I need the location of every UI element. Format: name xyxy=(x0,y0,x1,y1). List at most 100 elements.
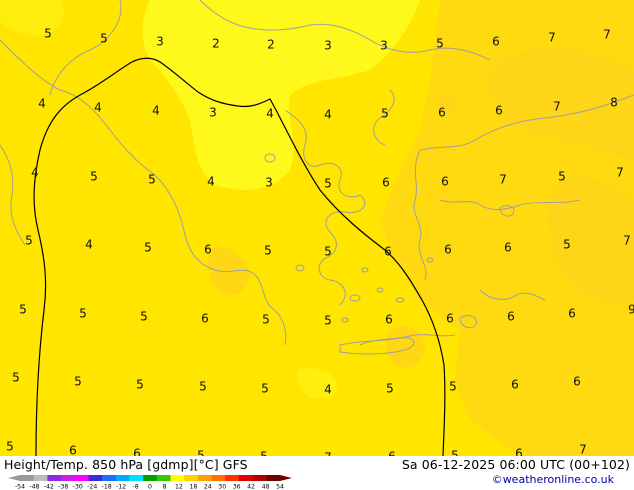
value-label: 7 xyxy=(499,173,507,187)
legend-tick-label: 0 xyxy=(148,484,152,490)
value-label: 2 xyxy=(267,38,275,52)
legend-swatch xyxy=(143,475,158,481)
value-label: 6 xyxy=(573,375,581,389)
value-label: 4 xyxy=(31,166,39,180)
legend-swatch xyxy=(88,475,103,481)
value-label: 5 xyxy=(261,382,269,396)
legend-ticks: -54 -48 -42 -38 -30 -24 -18 -12 -8 0 8 12 18 24 30 36 42… xyxy=(15,484,284,490)
value-label: 4 xyxy=(38,97,46,111)
value-label: 5 xyxy=(324,314,332,328)
value-label: 6 xyxy=(568,307,576,321)
value-label: 5 xyxy=(197,449,205,457)
value-label: 6 xyxy=(384,245,392,259)
legend-swatch xyxy=(225,475,240,481)
value-label: 9 xyxy=(628,303,634,317)
legend-swatch xyxy=(156,475,171,481)
legend-left-arrow xyxy=(8,475,20,481)
value-label: 5 xyxy=(324,245,332,259)
legend-tick-label: -30 xyxy=(73,484,83,490)
value-label: 4 xyxy=(152,104,160,118)
legend-swatch xyxy=(170,475,185,481)
temperature-map: 5 5 3 2 2 3 3 5 6 7 7 4 4 4 3 4 4 5 6 6 7 8 4 5 5 4 3 5 6 6 7 5 7 5 4 5 6 5 5 6… xyxy=(0,0,634,456)
value-label: 5 xyxy=(144,241,152,255)
value-label: 5 xyxy=(44,27,52,41)
legend-swatch xyxy=(266,475,281,481)
legend-tick-label: 54 xyxy=(276,484,284,490)
value-label: 5 xyxy=(449,380,457,394)
legend-tick-label: -38 xyxy=(58,484,68,490)
legend-tick-label: -18 xyxy=(102,484,112,490)
value-label: 6 xyxy=(385,313,393,327)
legend-tick-label: -42 xyxy=(44,484,54,490)
legend-swatch xyxy=(238,475,253,481)
map-title: Height/Temp. 850 hPa [gdmp][°C] GFS xyxy=(4,457,248,472)
value-label: 6 xyxy=(511,378,519,392)
legend-right-arrow xyxy=(280,475,292,481)
legend-tick-label: -12 xyxy=(116,484,126,490)
value-label: 5 xyxy=(199,380,207,394)
value-label: 5 xyxy=(90,170,98,184)
value-label: 3 xyxy=(324,39,332,53)
value-label: 5 xyxy=(264,244,272,258)
color-legend: -54 -48 -42 -38 -30 -24 -18 -12 -8 0 8 12 18 24 30 36 42… xyxy=(8,475,292,490)
value-label: 7 xyxy=(553,100,561,114)
value-label: 6 xyxy=(492,35,500,49)
value-label: 4 xyxy=(94,101,102,115)
value-label: 3 xyxy=(265,176,273,190)
value-label: 5 xyxy=(140,310,148,324)
value-label: 4 xyxy=(324,383,332,397)
value-label: 4 xyxy=(207,175,215,189)
legend-swatch xyxy=(74,475,89,481)
legend-tick-label: -8 xyxy=(132,484,138,490)
forecast-time: Sa 06-12-2025 06:00 UTC (00+102) xyxy=(401,457,630,472)
value-label: 6 xyxy=(446,312,454,326)
legend-tick-label: 36 xyxy=(233,484,241,490)
value-label: 4 xyxy=(85,238,93,252)
value-label: 5 xyxy=(386,382,394,396)
value-label: 6 xyxy=(441,175,449,189)
legend-swatch xyxy=(211,475,226,481)
map-footer: Height/Temp. 850 hPa [gdmp][°C] GFS Sa 0… xyxy=(0,456,634,490)
value-label: 6 xyxy=(69,444,77,457)
value-label: 7 xyxy=(623,234,631,248)
legend-swatch xyxy=(129,475,144,481)
legend-swatch xyxy=(252,475,267,481)
legend-tick-label: -24 xyxy=(87,484,97,490)
value-label: 6 xyxy=(201,312,209,326)
value-label: 5 xyxy=(558,170,566,184)
value-label: 8 xyxy=(610,96,618,110)
legend-tick-label: -48 xyxy=(29,484,39,490)
value-label: 4 xyxy=(266,107,274,121)
value-label: 5 xyxy=(136,378,144,392)
value-label: 6 xyxy=(515,447,523,457)
value-label: 6 xyxy=(382,176,390,190)
legend-swatch xyxy=(33,475,48,481)
value-label: 7 xyxy=(603,28,611,42)
legend-swatch xyxy=(61,475,76,481)
legend-swatch xyxy=(47,475,62,481)
value-label: 6 xyxy=(495,104,503,118)
value-label: 2 xyxy=(212,37,220,51)
weather-map-page: 5532233567744434456678455435667575456556… xyxy=(0,0,634,490)
value-label: 6 xyxy=(438,106,446,120)
legend-swatch xyxy=(197,475,212,481)
legend-swatch xyxy=(115,475,130,481)
value-label: 5 xyxy=(25,234,33,248)
value-label: 5 xyxy=(12,371,20,385)
legend-tick-label: 8 xyxy=(162,484,166,490)
legend-tick-label: -54 xyxy=(15,484,25,490)
value-label: 7 xyxy=(616,166,624,180)
value-label: 7 xyxy=(579,443,587,457)
legend-swatch xyxy=(184,475,199,481)
credit-link[interactable]: ©weatheronline.co.uk xyxy=(492,473,614,486)
value-label: 5 xyxy=(563,238,571,252)
legend-swatch xyxy=(102,475,117,481)
legend-swatch xyxy=(20,475,34,481)
value-label: 5 xyxy=(436,37,444,51)
value-label: 6 xyxy=(504,241,512,255)
value-label: 5 xyxy=(381,107,389,121)
value-label: 6 xyxy=(204,243,212,257)
legend-tick-label: 18 xyxy=(189,484,197,490)
legend-swatches xyxy=(8,475,292,481)
legend-tick-label: 30 xyxy=(218,484,226,490)
